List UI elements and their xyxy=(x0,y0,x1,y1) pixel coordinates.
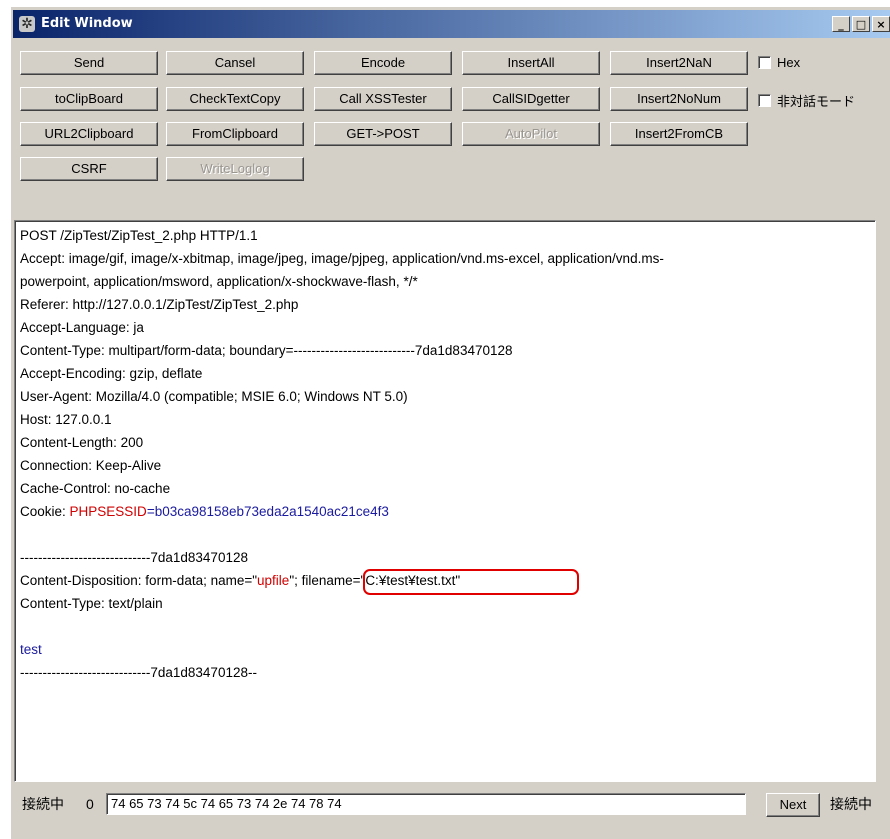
title-bar: ✲ Edit Window _ □ × xyxy=(13,10,890,38)
header-content-type: Content-Type: multipart/form-data; bound… xyxy=(20,343,513,358)
hex-input[interactable]: 74 65 73 74 5c 74 65 73 74 2e 74 78 74 xyxy=(106,793,746,815)
part-body: test xyxy=(20,642,42,657)
insert2nan-button[interactable]: Insert2NaN xyxy=(610,51,748,75)
insert2nonum-button[interactable]: Insert2NoNum xyxy=(610,87,748,111)
call-xss-tester-button[interactable]: Call XSSTester xyxy=(314,87,452,111)
maximize-button[interactable]: □ xyxy=(852,16,870,32)
non-dialog-mode-checkbox-box[interactable] xyxy=(758,94,771,107)
window-title: Edit Window xyxy=(41,16,133,31)
counter-value: 0 xyxy=(86,796,94,812)
insert2-from-cb-button[interactable]: Insert2FromCB xyxy=(610,122,748,146)
hex-checkbox-box[interactable] xyxy=(758,56,771,69)
connection-status-left: 接続中 xyxy=(22,796,64,812)
cd-prefix: Content-Disposition: form-data; name=" xyxy=(20,573,258,588)
cd-field-name: upfile xyxy=(257,573,290,588)
minimize-button[interactable]: _ xyxy=(832,16,850,32)
header-referer: Referer: http://127.0.0.1/ZipTest/ZipTes… xyxy=(20,297,299,312)
hex-checkbox-label: Hex xyxy=(777,55,801,70)
header-user-agent: User-Agent: Mozilla/4.0 (compatible; MSI… xyxy=(20,389,408,404)
connection-status-right: 接続中 xyxy=(830,796,872,812)
call-sid-getter-button[interactable]: CallSIDgetter xyxy=(462,87,600,111)
non-dialog-mode-label: 非対話モード xyxy=(777,94,856,109)
autopilot-button: AutoPilot xyxy=(462,122,600,146)
boundary-end-line: -----------------------------7da1d834701… xyxy=(20,665,257,680)
boundary-line: -----------------------------7da1d834701… xyxy=(20,550,248,565)
url2clipboard-button[interactable]: URL2Clipboard xyxy=(20,122,158,146)
write-loglog-button: WriteLoglog xyxy=(166,157,304,181)
csrf-button[interactable]: CSRF xyxy=(20,157,158,181)
close-button[interactable]: × xyxy=(872,16,890,32)
encode-button[interactable]: Encode xyxy=(314,51,452,75)
header-accept-cont: powerpoint, application/msword, applicat… xyxy=(20,274,418,289)
request-line: POST /ZipTest/ZipTest_2.php HTTP/1.1 xyxy=(20,228,258,243)
header-cache-control: Cache-Control: no-cache xyxy=(20,481,171,496)
from-clipboard-button[interactable]: FromClipboard xyxy=(166,122,304,146)
cookie-label: Cookie: xyxy=(20,504,70,519)
window-controls: _ □ × xyxy=(832,16,890,34)
cookie-value: =b03ca98158eb73eda2a1540ac21ce4f3 xyxy=(146,504,389,519)
cancel-button[interactable]: Cansel xyxy=(166,51,304,75)
hex-checkbox[interactable]: Hex xyxy=(758,55,800,70)
header-cookie: Cookie: PHPSESSID=b03ca98158eb73eda2a154… xyxy=(20,503,389,521)
non-dialog-mode-checkbox[interactable]: 非対話モード xyxy=(758,91,855,110)
header-accept-encoding: Accept-Encoding: gzip, deflate xyxy=(20,366,203,381)
get-to-post-button[interactable]: GET->POST xyxy=(314,122,452,146)
header-content-length: Content-Length: 200 xyxy=(20,435,144,450)
request-editor[interactable]: POST /ZipTest/ZipTest_2.php HTTP/1.1 Acc… xyxy=(14,220,876,782)
check-text-copy-button[interactable]: CheckTextCopy xyxy=(166,87,304,111)
insert-all-button[interactable]: InsertAll xyxy=(462,51,600,75)
next-button[interactable]: Next xyxy=(766,793,820,817)
app-icon: ✲ xyxy=(19,16,35,32)
header-host: Host: 127.0.0.1 xyxy=(20,412,112,427)
header-accept: Accept: image/gif, image/x-xbitmap, imag… xyxy=(20,251,664,266)
header-connection: Connection: Keep-Alive xyxy=(20,458,162,473)
header-accept-language: Accept-Language: ja xyxy=(20,320,144,335)
cookie-name: PHPSESSID xyxy=(69,504,147,519)
highlight-circle xyxy=(363,569,579,595)
cd-separator: "; xyxy=(289,573,302,588)
send-button[interactable]: Send xyxy=(20,51,158,75)
part-content-type: Content-Type: text/plain xyxy=(20,596,163,611)
to-clipboard-button[interactable]: toClipBoard xyxy=(20,87,158,111)
